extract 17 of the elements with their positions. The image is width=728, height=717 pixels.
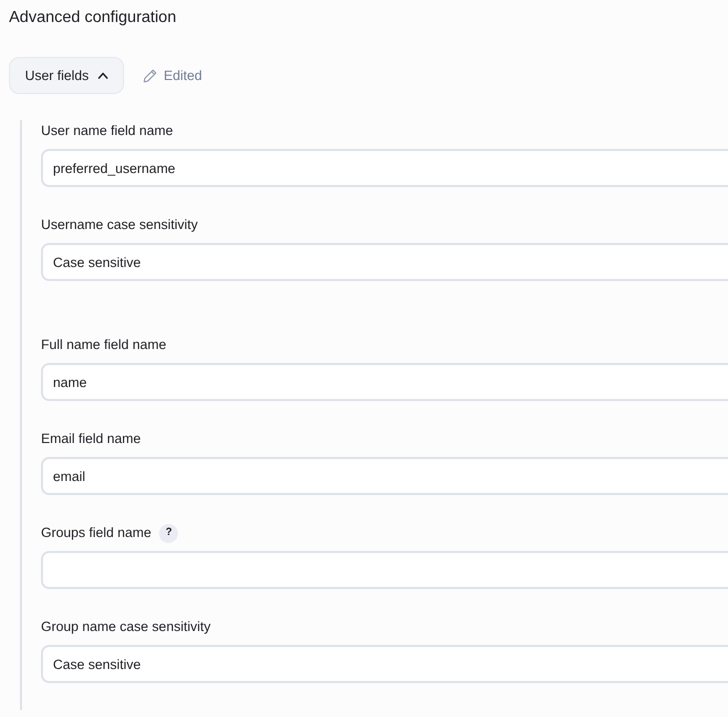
- input-field[interactable]: preferred_username: [41, 149, 728, 188]
- input-field[interactable]: Case sensitive: [41, 645, 728, 684]
- input-field[interactable]: [41, 551, 728, 590]
- field-label: Full name field name: [41, 336, 166, 354]
- input-field[interactable]: name: [41, 363, 728, 402]
- section-toggle-button[interactable]: User fields: [9, 57, 124, 94]
- field-label: Groups field name: [41, 524, 152, 542]
- field-label: Email field name: [41, 430, 141, 448]
- edited-status-text: Edited: [164, 66, 202, 85]
- help-button[interactable]: ?: [159, 524, 178, 543]
- field-label: User name field name: [41, 122, 174, 140]
- input-field[interactable]: Case sensitive: [41, 243, 728, 282]
- field-label: Group name case sensitivity: [41, 618, 211, 636]
- field-label: Username case sensitivity: [41, 216, 198, 234]
- pencil-icon: [142, 68, 157, 83]
- page-title: Advanced configuration: [8, 8, 178, 28]
- input-field[interactable]: email: [41, 457, 728, 496]
